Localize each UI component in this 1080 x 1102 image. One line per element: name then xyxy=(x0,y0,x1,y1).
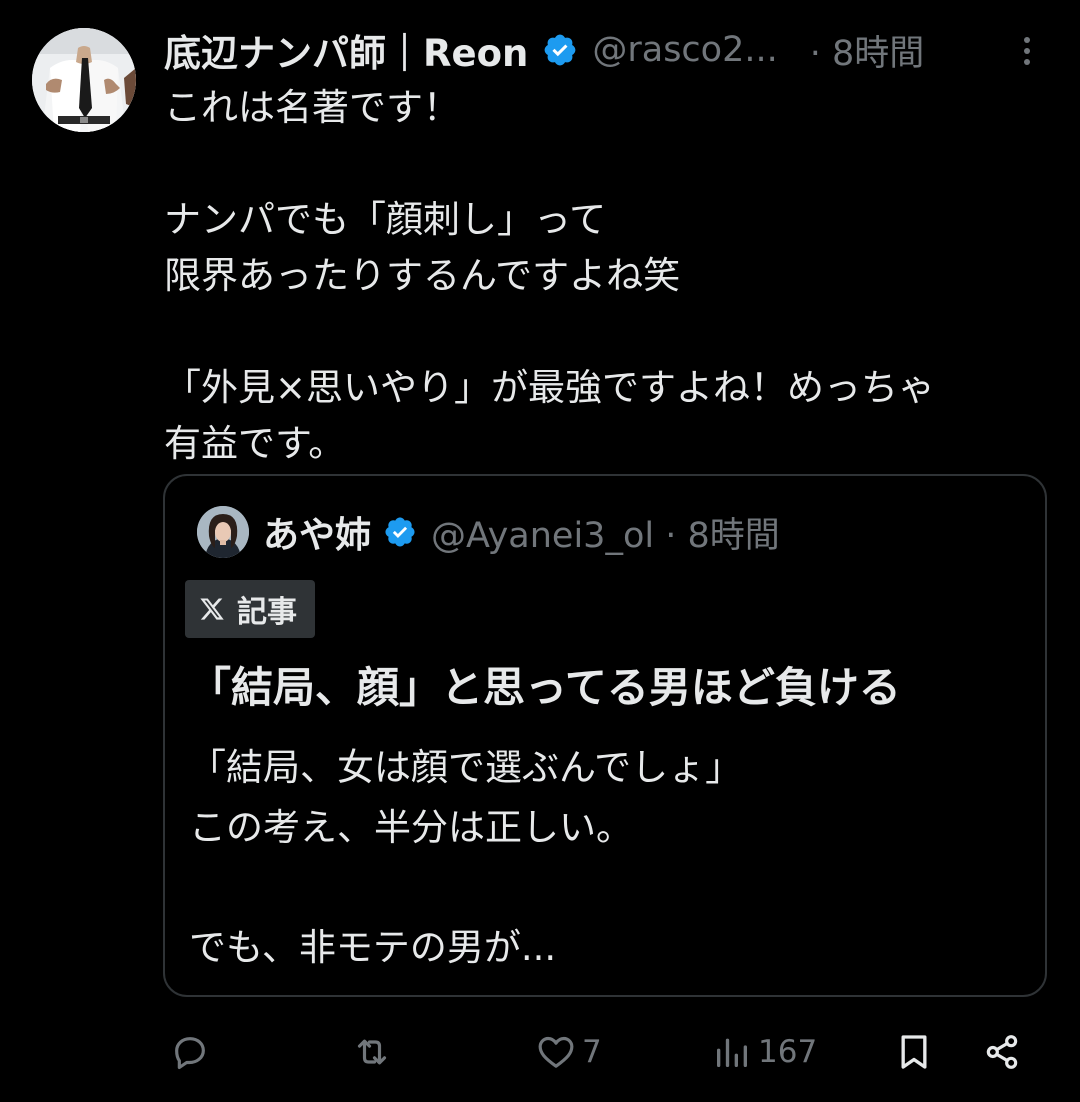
like-count: 7 xyxy=(582,1034,602,1070)
quoted-author-avatar[interactable] xyxy=(197,506,249,558)
avatar-man-in-suit-icon xyxy=(32,28,136,132)
tweet[interactable]: 底辺ナンパ師｜Reon @rasco2... · 8時間 これは名著です！ ナン… xyxy=(0,0,1080,1102)
quoted-tweet-header: あや姉 @Ayanei3_ol · 8時間 xyxy=(263,506,780,558)
tweet-actions: 7 167 xyxy=(0,1024,1080,1080)
tweet-body-line: 「外見×思いやり」が最強ですよね！めっちゃ xyxy=(164,366,936,409)
quoted-author-name[interactable]: あや姉 xyxy=(263,506,371,558)
quoted-author-handle-time[interactable]: @Ayanei3_ol · 8時間 xyxy=(431,507,780,558)
tweet-header: 底辺ナンパ師｜Reon @rasco2... · 8時間 xyxy=(164,23,1064,77)
bookmark-icon xyxy=(901,1035,927,1069)
retweet-button[interactable] xyxy=(352,1030,392,1074)
quoted-tweet-card[interactable]: あや姉 @Ayanei3_ol · 8時間 記事 「結局、顔」と思ってる男ほど負… xyxy=(163,474,1047,997)
verified-badge-icon xyxy=(385,517,415,547)
tweet-body-blank-line xyxy=(164,136,1054,192)
author-handle[interactable]: @rasco2... xyxy=(592,30,777,70)
author-avatar[interactable] xyxy=(32,28,136,132)
article-preview-line: でも、非モテの男が... xyxy=(189,926,557,969)
x-logo-icon xyxy=(200,598,224,620)
avatar-woman-icon xyxy=(197,506,249,558)
views-icon xyxy=(717,1038,747,1067)
share-button[interactable] xyxy=(982,1030,1022,1074)
tweet-body-line: 限界あったりするんですよね笑 xyxy=(164,254,681,297)
author-name[interactable]: 底辺ナンパ師｜Reon xyxy=(164,23,528,77)
reply-button[interactable] xyxy=(170,1030,210,1074)
views-button[interactable]: 167 xyxy=(712,1030,817,1074)
reply-icon xyxy=(175,1037,205,1070)
article-badge: 記事 xyxy=(185,580,315,638)
tweet-body-blank-line xyxy=(164,304,1054,360)
tweet-body: これは名著です！ ナンパでも「顔刺し」って 限界あったりするんですよね笑 「外見… xyxy=(164,80,1054,472)
views-count: 167 xyxy=(758,1034,818,1070)
article-badge-label: 記事 xyxy=(237,595,297,630)
article-preview-line: 「結局、女は顔で選ぶんでしょ」 xyxy=(189,746,743,789)
verified-badge-icon xyxy=(544,34,576,66)
article-preview: 「結局、女は顔で選ぶんでしょ」 この考え、半分は正しい。 でも、非モテの男が..… xyxy=(189,738,1029,978)
article-preview-line: この考え、半分は正しい。 xyxy=(189,806,633,849)
tweet-body-line: 有益です。 xyxy=(164,422,346,465)
article-preview-blank-line xyxy=(189,858,1029,918)
tweet-body-line: ナンパでも「顔刺し」って xyxy=(164,198,607,241)
bookmark-button[interactable] xyxy=(894,1030,934,1074)
heart-icon xyxy=(538,1036,574,1068)
like-button[interactable]: 7 xyxy=(536,1030,602,1074)
tweet-time[interactable]: · 8時間 xyxy=(810,25,925,76)
article-title[interactable]: 「結局、顔」と思ってる男ほど負ける xyxy=(189,660,901,716)
tweet-body-line: これは名著です！ xyxy=(164,86,460,129)
retweet-icon xyxy=(357,1039,387,1065)
more-vertical-icon[interactable] xyxy=(1010,34,1044,68)
share-icon xyxy=(986,1035,1018,1069)
